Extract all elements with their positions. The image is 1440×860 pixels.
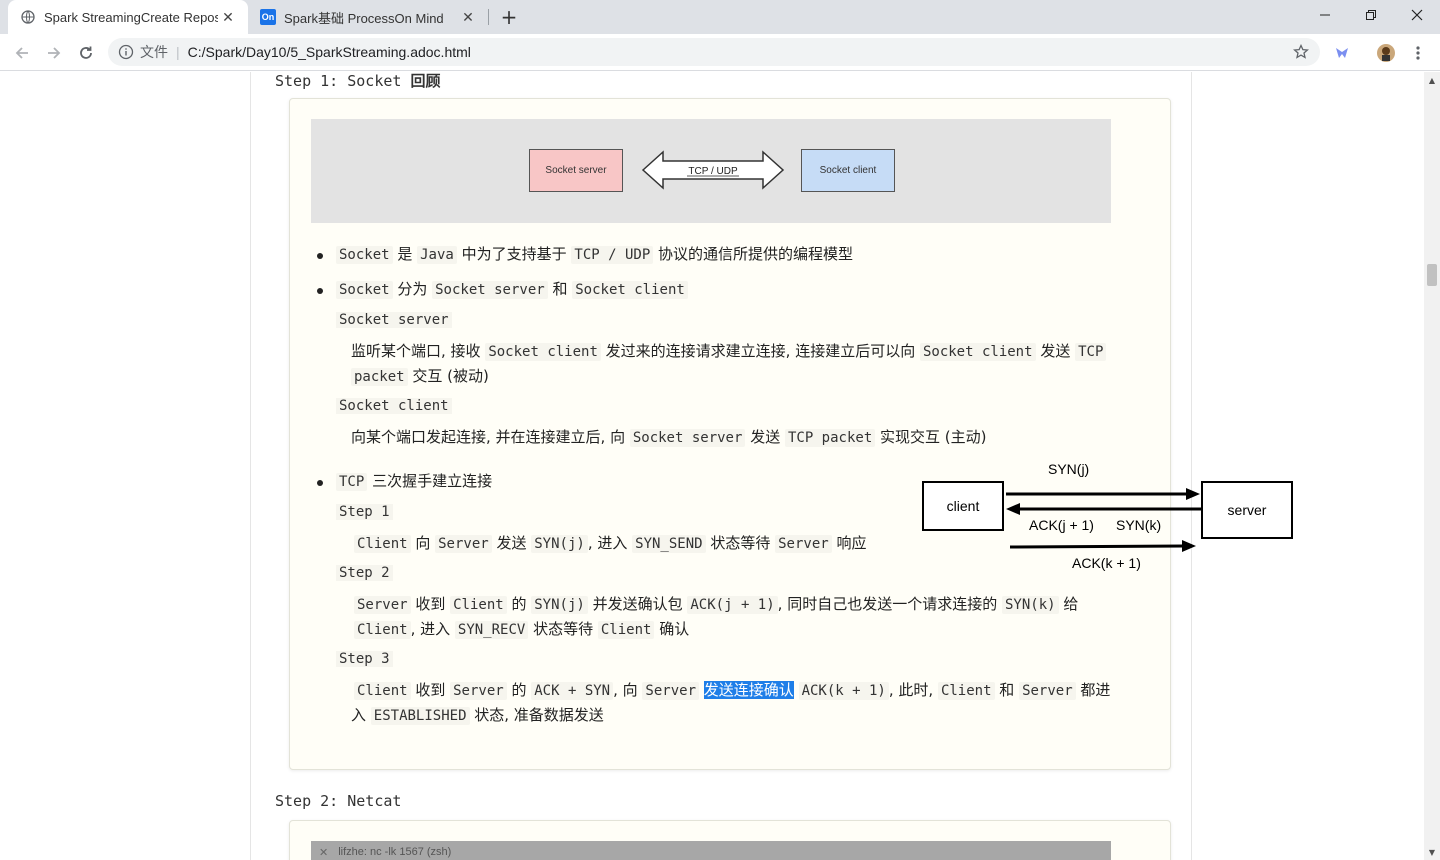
desc-step3-line1: Client 收到 Server 的 ACK + SYN, 向 Server 发… — [354, 678, 1110, 704]
scrollbar-thumb[interactable] — [1427, 264, 1437, 286]
bullet-dot — [317, 480, 323, 486]
desc-step2-line2: Client, 进入 SYN_RECV 状态等待 Client 确认 — [354, 617, 689, 643]
tab-spark-streaming[interactable]: Spark StreamingCreate Reposi ✕ — [8, 0, 248, 34]
scheme-label: 文件 — [140, 44, 168, 60]
bullet-tcp-handshake: TCP 三次握手建立连接 — [336, 469, 492, 495]
bullet-socket-types: Socket 分为 Socket server 和 Socket client — [336, 277, 688, 303]
restore-icon[interactable] — [1348, 0, 1394, 30]
new-tab-button[interactable]: + — [498, 5, 520, 29]
socket-server-box: Socket server — [529, 149, 623, 192]
close-window-icon[interactable] — [1394, 0, 1440, 30]
terminal-title: lifzhe: nc -lk 1567 (zsh) — [338, 846, 452, 858]
desc-step3-line2: 入 ESTABLISHED 状态, 准备数据发送 — [351, 706, 604, 725]
terminal-close-icon: ✕ — [319, 846, 329, 859]
term-socket-server: Socket server — [336, 312, 452, 328]
bookmark-star-icon[interactable] — [1292, 43, 1310, 61]
socket-client-box: Socket client — [801, 149, 895, 192]
example-block: Socket server TCP / UDP Socket client So… — [289, 98, 1171, 770]
forward-arrow-icon[interactable] — [40, 39, 68, 67]
bullet-socket-definition: Socket 是 Java 中为了支持基于 TCP / UDP 协议的通信所提供… — [336, 242, 853, 268]
tab-close-icon[interactable]: ✕ — [458, 7, 478, 27]
scheme-divider: | — [176, 44, 180, 60]
tcp-handshake-diagram: client server SYN(j) ACK(j + 1) SYN(k) A… — [920, 457, 1300, 597]
term-step3: Step 3 — [336, 651, 393, 667]
extension-icon[interactable] — [1328, 39, 1356, 67]
minimize-icon[interactable] — [1302, 0, 1348, 30]
tab-separator — [488, 9, 489, 25]
browser-toolbar: 文件 | C:/Spark/Day10/5_SparkStreaming.ado… — [0, 34, 1440, 71]
scroll-up-icon[interactable]: ▲ — [1424, 72, 1440, 88]
profile-avatar-icon[interactable] — [1372, 39, 1400, 67]
svg-text:TCP / UDP: TCP / UDP — [688, 166, 738, 177]
desc-step1: Client 向 Server 发送 SYN(j), 进入 SYN_SEND 状… — [354, 531, 866, 557]
selected-text[interactable]: 发送连接确认 — [703, 681, 794, 699]
desc-socket-server-line2: packet 交互 (被动) — [351, 364, 489, 390]
section-title-step1: Step 1: Socket 回顾 — [275, 72, 441, 90]
bullet-dot — [317, 253, 323, 259]
tab-strip: Spark StreamingCreate Reposi ✕ On Spark基… — [0, 0, 1440, 34]
page-viewport: Step 1: Socket 回顾 Socket server TCP / UD… — [0, 72, 1424, 860]
bullet-dot — [317, 288, 323, 294]
info-icon[interactable] — [118, 44, 134, 60]
globe-icon — [20, 9, 36, 25]
tab-title: Spark StreamingCreate Reposi — [44, 9, 218, 25]
example-block-netcat: ✕ lifzhe: nc -lk 1567 (zsh) — [289, 820, 1171, 860]
terminal-window-bar: ✕ lifzhe: nc -lk 1567 (zsh) — [311, 841, 1111, 860]
tcp-udp-arrow: TCP / UDP — [641, 150, 785, 190]
desc-socket-client: 向某个端口发起连接, 并在连接建立后, 向 Socket server 发送 T… — [351, 428, 987, 447]
processon-icon: On — [260, 9, 276, 25]
menu-kebab-icon[interactable] — [1404, 39, 1432, 67]
term-step1: Step 1 — [336, 504, 393, 520]
back-arrow-icon[interactable] — [8, 39, 36, 67]
socket-figure: Socket server TCP / UDP Socket client — [311, 119, 1111, 223]
tab-title: Spark基础 ProcessOn Mind — [284, 10, 444, 26]
term-socket-client: Socket client — [336, 398, 452, 414]
scroll-down-icon[interactable]: ▼ — [1424, 844, 1440, 860]
handshake-arrows — [1006, 488, 1201, 552]
tab-processon[interactable]: On Spark基础 ProcessOn Mind ✕ — [248, 0, 488, 34]
reload-icon[interactable] — [72, 39, 100, 67]
address-bar[interactable]: 文件 | C:/Spark/Day10/5_SparkStreaming.ado… — [108, 38, 1320, 66]
desc-socket-server-line1: 监听某个端口, 接收 Socket client 发过来的连接请求建立连接, 连… — [351, 339, 1107, 365]
section-title-step2: Step 2: Netcat — [275, 792, 402, 810]
vertical-scrollbar[interactable]: ▲ ▼ — [1424, 72, 1440, 860]
tab-close-icon[interactable]: ✕ — [218, 7, 238, 27]
url-text[interactable]: C:/Spark/Day10/5_SparkStreaming.adoc.htm… — [188, 44, 471, 60]
term-step2: Step 2 — [336, 565, 393, 581]
